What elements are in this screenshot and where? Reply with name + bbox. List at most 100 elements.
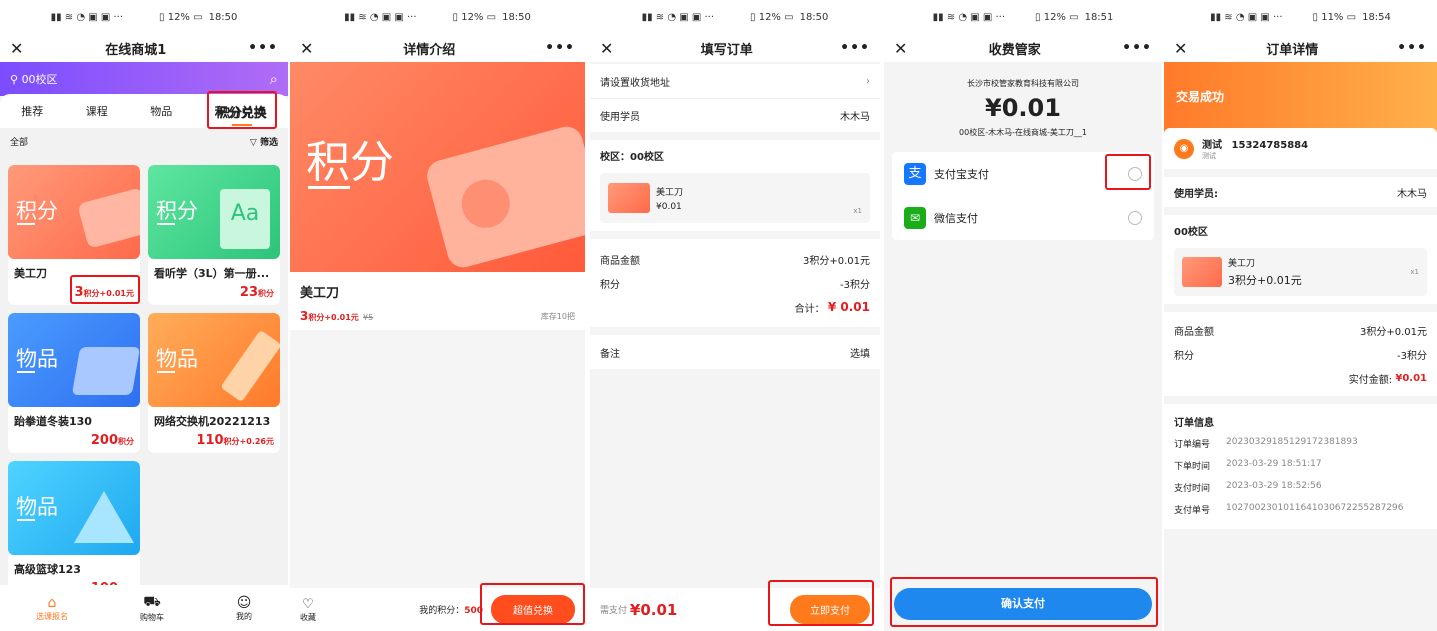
status-bar: ▮▮ ≋ ◔ ▣ ▣ ··· ▯ 12% ▭ 18:50 bbox=[290, 0, 585, 34]
item-price: 3积分+0.01元 bbox=[1228, 274, 1302, 287]
product-price: 110积分+0.26元 bbox=[196, 433, 274, 448]
item-name: 美工刀 bbox=[656, 187, 684, 198]
highlight-box bbox=[1105, 154, 1151, 190]
all-filter[interactable]: 全部 bbox=[10, 135, 28, 148]
product-card[interactable]: 物品 高级篮球123 100积分 bbox=[8, 461, 140, 601]
page-title: 收费管家 bbox=[988, 42, 1041, 58]
product-name: 看听学（3L）第一册... bbox=[154, 267, 270, 280]
highlight-box bbox=[70, 275, 140, 304]
wechat-radio[interactable] bbox=[1128, 211, 1142, 225]
student-row: 使用学员 木木马 bbox=[590, 98, 880, 132]
nav-bar: ✕ 在线商城1 ••• bbox=[0, 34, 288, 62]
item-qty: x1 bbox=[1410, 268, 1419, 276]
chevron-right-icon: › bbox=[866, 75, 870, 87]
item-thumb bbox=[1182, 257, 1222, 287]
filter-button[interactable]: ▽ 筛选 bbox=[250, 135, 278, 148]
item-name: 美工刀 bbox=[1228, 259, 1256, 269]
success-banner: 交易成功 bbox=[1164, 62, 1437, 134]
close-icon[interactable]: ✕ bbox=[10, 39, 23, 58]
my-points: 我的积分：500 bbox=[419, 606, 483, 616]
filter-row: 全部 ▽ 筛选 bbox=[0, 128, 288, 154]
product-name: 高级篮球123 bbox=[14, 563, 81, 576]
address-row[interactable]: 请设置收货地址 › bbox=[590, 64, 880, 98]
tab-goods[interactable]: 物品 bbox=[150, 103, 172, 119]
close-icon[interactable]: ✕ bbox=[1174, 39, 1187, 58]
highlight-box bbox=[768, 580, 874, 626]
wechat-option[interactable]: ✉ 微信支付 bbox=[892, 196, 1154, 240]
page-title: 订单详情 bbox=[1266, 42, 1319, 58]
alipay-icon: 支 bbox=[904, 163, 926, 185]
student-row: 使用学员: 木木马 bbox=[1164, 177, 1437, 207]
item-qty: x1 bbox=[853, 207, 862, 215]
product-price: 3积分+0.01元 ¥5 bbox=[300, 309, 374, 323]
nav-bar: ✕ 详情介绍 ••• bbox=[290, 34, 585, 62]
product-image: 物品 bbox=[148, 313, 280, 407]
close-icon[interactable]: ✕ bbox=[300, 39, 313, 58]
company-name: 长沙市校管家教育科技有限公司 bbox=[967, 79, 1079, 88]
product-card[interactable]: 物品 网络交换机20221213 110积分+0.26元 bbox=[148, 313, 280, 453]
profile-icon: ☺ bbox=[236, 594, 252, 611]
search-icon[interactable]: ⌕ bbox=[270, 70, 278, 88]
payment-amount: ¥0.01 bbox=[985, 94, 1061, 122]
favorite-button[interactable]: ♡ 收藏 bbox=[300, 597, 316, 623]
product-card[interactable]: 物品 跆拳道冬装130 200积分 bbox=[8, 313, 140, 453]
cart-icon: ⛟ bbox=[143, 593, 161, 610]
more-icon[interactable]: ••• bbox=[1122, 40, 1152, 56]
page-title: 在线商城1 bbox=[105, 42, 167, 58]
amount-block: 商品金额 3积分+0.01元 积分 -3积分 合计： ¥ 0.01 bbox=[590, 239, 880, 327]
product-image: 积分 bbox=[8, 165, 140, 259]
more-icon[interactable]: ••• bbox=[545, 40, 575, 56]
status-bar: ▮▮ ≋ ◔ ▣ ▣ ··· ▯ 11% ▭ 18:54 bbox=[1164, 0, 1437, 34]
order-item-block: 00校区 美工刀 3积分+0.01元 x1 bbox=[1164, 215, 1437, 304]
status-bar: ▮▮ ≋ ◔ ▣ ▣ ··· ▯ 12% ▭ 18:50 bbox=[590, 0, 880, 34]
more-icon[interactable]: ••• bbox=[840, 40, 870, 56]
product-price: 23积分 bbox=[239, 285, 274, 300]
page-title: 详情介绍 bbox=[403, 42, 456, 58]
screen-order-detail: ▮▮ ≋ ◔ ▣ ▣ ··· ▯ 11% ▭ 18:54 ✕ 订单详情 ••• 交易… bbox=[1164, 0, 1437, 631]
payment-desc: 00校区-木木马-在线商城-美工刀__1 bbox=[959, 128, 1087, 137]
screen-payment: ▮▮ ≋ ◔ ▣ ▣ ··· ▯ 12% ▭ 18:51 ✕ 收费管家 ••• 长沙… bbox=[884, 0, 1162, 631]
product-name: 跆拳道冬装130 bbox=[14, 415, 92, 428]
screen-detail: ▮▮ ≋ ◔ ▣ ▣ ··· ▯ 12% ▭ 18:50 ✕ 详情介绍 ••• 积分… bbox=[290, 0, 585, 631]
amount-block: 商品金额 3积分+0.01元 积分 -3积分 实付金额: ¥0.01 bbox=[1164, 312, 1437, 396]
home-icon: ⌂ bbox=[47, 594, 57, 611]
campus-label: 校区：00校区 bbox=[600, 152, 664, 163]
nav-enroll[interactable]: ⌂ 选课报名 bbox=[36, 595, 68, 622]
more-icon[interactable]: ••• bbox=[248, 40, 278, 56]
bottom-nav: ⌂ 选课报名 ⛟ 购物车 ☺ 我的 bbox=[0, 585, 288, 631]
note-row[interactable]: 备注 选填 bbox=[590, 335, 880, 369]
page-title: 填写订单 bbox=[700, 42, 753, 58]
payment-summary: 长沙市校管家教育科技有限公司 ¥0.01 00校区-木木马-在线商城-美工刀__… bbox=[884, 62, 1162, 152]
heart-icon: ♡ bbox=[302, 596, 314, 612]
item-price: ¥0.01 bbox=[656, 201, 682, 212]
product-price: 200积分 bbox=[90, 433, 134, 448]
status-bar: ▮▮ ≋ ◔ ▣ ▣ ··· ▯ 12% ▭ 18:50 bbox=[0, 0, 288, 34]
product-banner: 积分 bbox=[290, 62, 585, 272]
close-icon[interactable]: ✕ bbox=[600, 39, 613, 58]
status-bar: ▮▮ ≋ ◔ ▣ ▣ ··· ▯ 12% ▭ 18:51 bbox=[884, 0, 1162, 34]
highlight-box bbox=[480, 583, 585, 625]
product-name: 美工刀 bbox=[300, 286, 340, 301]
banner-text: 积分 bbox=[306, 137, 394, 188]
order-info: 订单信息 订单编号 202303291851291723818​93 下单时间 20… bbox=[1164, 404, 1437, 529]
order-item-block: 校区：00校区 美工刀 ¥0.01 x1 bbox=[590, 140, 880, 231]
tab-course[interactable]: 课程 bbox=[86, 103, 108, 119]
pay-label: 需支付 bbox=[600, 606, 628, 616]
product-card[interactable]: 积分 Aa 看听学（3L）第一册... 23积分 bbox=[148, 165, 280, 305]
product-image: 物品 bbox=[8, 461, 140, 555]
nav-bar: ✕ 收费管家 ••• bbox=[884, 34, 1162, 62]
nav-cart[interactable]: ⛟ 购物车 bbox=[140, 594, 164, 623]
close-icon[interactable]: ✕ bbox=[894, 39, 907, 58]
more-icon[interactable]: ••• bbox=[1397, 40, 1427, 56]
product-image: 物品 bbox=[8, 313, 140, 407]
item-thumb bbox=[608, 183, 650, 213]
contact-card: ◉ 测试 15324785884 测试 bbox=[1164, 128, 1437, 169]
product-name: 网络交换机20221213 bbox=[154, 415, 271, 428]
highlight-box bbox=[207, 91, 277, 129]
nav-bar: ✕ 订单详情 ••• bbox=[1164, 34, 1437, 62]
tab-recommend[interactable]: 推荐 bbox=[21, 103, 43, 119]
pay-amount: ¥0.01 bbox=[629, 600, 678, 619]
nav-mine[interactable]: ☺ 我的 bbox=[236, 595, 252, 622]
stock-label: 库存10把 bbox=[540, 311, 575, 321]
highlight-box bbox=[890, 577, 1158, 627]
